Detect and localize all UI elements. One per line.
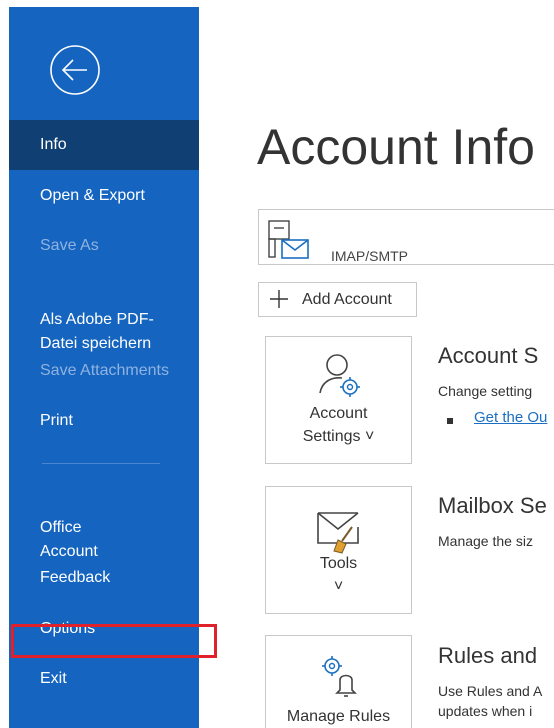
sidebar-divider <box>42 463 160 464</box>
backstage-sidebar: Info Open & Export Save As Als Adobe PDF… <box>9 7 199 728</box>
account-settings-description: Change setting <box>438 383 533 399</box>
account-settings-button[interactable]: Account Settings ˅ <box>265 336 412 464</box>
sidebar-item-label: Options <box>40 620 96 637</box>
sidebar-item-print[interactable]: Print <box>9 409 199 433</box>
tools-button[interactable]: Tools ˅ <box>265 486 412 614</box>
sidebar-item-options[interactable]: Options <box>9 617 199 641</box>
sidebar-item-feedback[interactable]: Feedback <box>9 566 199 590</box>
account-settings-label-2: Settings ˅ <box>302 428 375 445</box>
plus-icon <box>270 290 288 308</box>
account-type-label: IMAP/SMTP <box>331 248 409 264</box>
rules-alerts-description: Use Rules and A <box>438 683 543 699</box>
rules-alerts-description-2: updates when i <box>438 703 533 719</box>
bullet <box>447 418 453 424</box>
account-settings-label: Account <box>309 405 368 422</box>
sidebar-item-label: Exit <box>40 670 67 687</box>
rules-alerts-title: Rules and <box>438 643 538 668</box>
mailbox-settings-title: Mailbox Se <box>438 493 547 518</box>
tools-chevron: ˅ <box>333 578 344 595</box>
back-arrow-icon <box>50 45 100 95</box>
main-content: Account Info IMAP/SMTP Add Account Accou… <box>199 0 554 728</box>
sidebar-item-label: Save As <box>40 237 99 254</box>
sidebar-item-label: Print <box>40 412 73 429</box>
add-account-label: Add Account <box>302 291 392 308</box>
account-settings-icon <box>319 354 360 397</box>
sidebar-item-label: Als Adobe PDF- Datei speichern <box>40 311 154 352</box>
sidebar-item-info[interactable]: Info <box>9 120 199 170</box>
get-outlook-link[interactable]: Get the Ou <box>474 409 547 426</box>
sidebar-item-save-attachments: Save Attachments <box>9 359 199 383</box>
add-account-button[interactable]: Add Account <box>258 282 417 317</box>
sidebar-item-save-adobe-pdf[interactable]: Als Adobe PDF- Datei speichern <box>9 284 199 356</box>
sidebar-item-label: Info <box>40 136 67 153</box>
email-account-icon <box>268 220 309 259</box>
account-settings-title: Account S <box>438 343 539 368</box>
back-button[interactable] <box>49 44 101 96</box>
sidebar-item-exit[interactable]: Exit <box>9 667 199 691</box>
mailbox-settings-description: Manage the siz <box>438 533 533 549</box>
manage-rules-button[interactable]: Manage Rules <box>265 635 412 728</box>
sidebar-item-label: Open & Export <box>40 187 145 204</box>
sidebar-item-save-as: Save As <box>9 234 199 258</box>
sidebar-item-label: Office Account <box>40 519 98 560</box>
page-title: Account Info <box>257 119 535 175</box>
rules-alerts-icon <box>322 656 357 697</box>
sidebar-item-label: Feedback <box>40 569 111 586</box>
sidebar-item-office-account[interactable]: Office Account <box>9 492 199 564</box>
tools-label: Tools <box>319 555 358 572</box>
account-selector[interactable]: IMAP/SMTP <box>258 209 554 265</box>
sidebar-item-open-export[interactable]: Open & Export <box>9 184 199 208</box>
sidebar-item-label: Save Attachments <box>40 362 169 379</box>
manage-rules-label: Manage Rules <box>286 708 391 725</box>
